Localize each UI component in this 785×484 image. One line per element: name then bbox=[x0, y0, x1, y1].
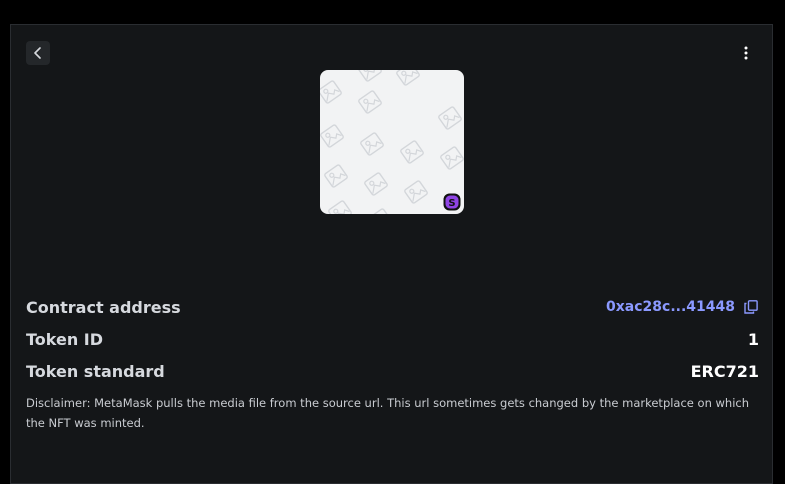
back-button[interactable] bbox=[26, 41, 50, 65]
contract-address-label: Contract address bbox=[26, 297, 181, 317]
nft-image[interactable]: S bbox=[320, 70, 464, 214]
network-badge-letter: S bbox=[448, 198, 455, 209]
disclaimer-text: Disclaimer: MetaMask pulls the media fil… bbox=[26, 396, 750, 430]
more-options-button[interactable] bbox=[734, 41, 758, 65]
nft-details: Contract address 0xac28c...41448 Token I… bbox=[26, 291, 759, 433]
chevron-left-icon bbox=[34, 47, 41, 59]
token-id-value: 1 bbox=[747, 329, 759, 349]
contract-address-group: 0xac28c...41448 bbox=[606, 299, 759, 315]
contract-address-row: Contract address 0xac28c...41448 bbox=[26, 291, 759, 323]
nft-details-panel: S Contract address 0xac28c...41448 Token… bbox=[10, 24, 773, 484]
token-id-label: Token ID bbox=[26, 329, 104, 349]
contract-address-link[interactable]: 0xac28c...41448 bbox=[606, 299, 735, 315]
vertical-dots-icon bbox=[744, 46, 748, 60]
copy-icon[interactable] bbox=[743, 299, 759, 315]
network-badge-icon: S bbox=[443, 193, 461, 211]
token-standard-row: Token standard ERC721 bbox=[26, 355, 759, 387]
token-standard-value: ERC721 bbox=[690, 361, 759, 381]
token-id-row: Token ID 1 bbox=[26, 323, 759, 355]
token-standard-label: Token standard bbox=[26, 361, 165, 381]
